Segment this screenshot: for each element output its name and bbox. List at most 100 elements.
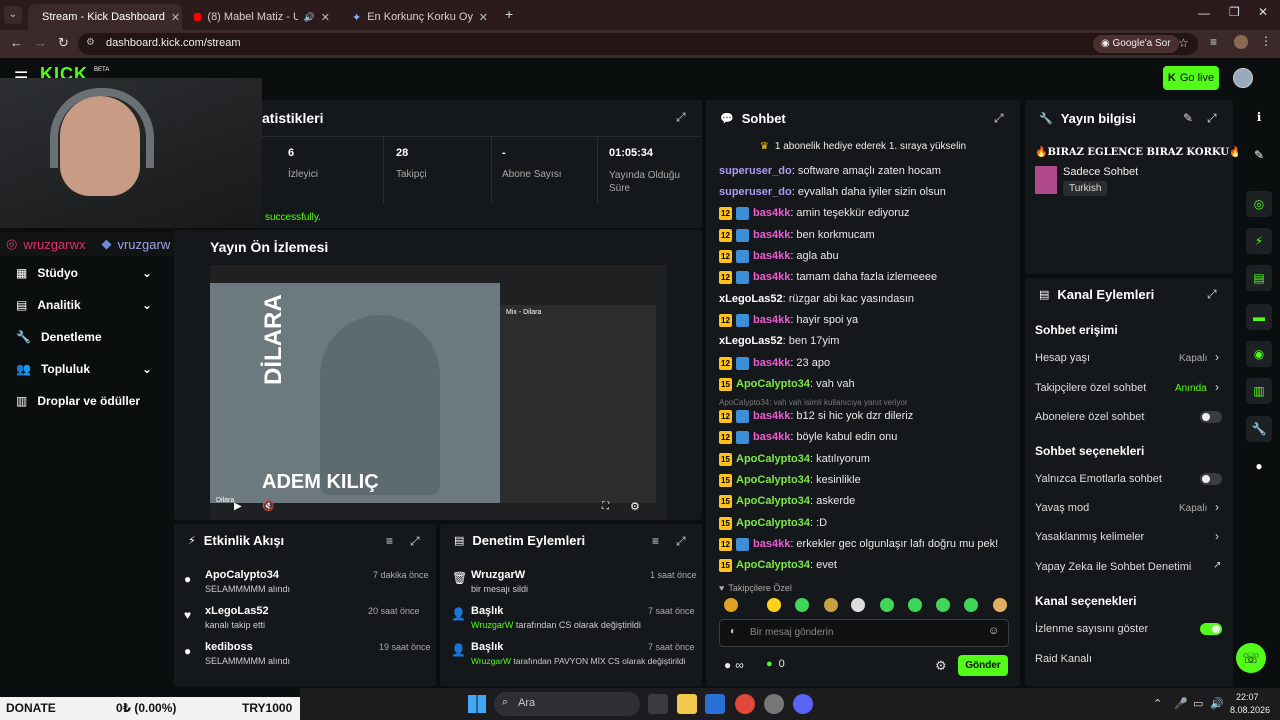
tray-chevron-icon[interactable]: ⌃ bbox=[1153, 697, 1162, 710]
points-display[interactable]: ● ∞ bbox=[724, 658, 744, 672]
maximize-icon[interactable]: ❐ bbox=[1229, 5, 1240, 19]
speaker-icon[interactable]: 🔊 bbox=[1210, 697, 1224, 710]
bookmark-star-icon[interactable]: ☆ bbox=[1178, 36, 1189, 50]
minimize-icon[interactable]: — bbox=[1198, 6, 1210, 20]
emote-icon[interactable] bbox=[724, 598, 738, 612]
chat-username[interactable]: bas4kk bbox=[753, 357, 790, 369]
banned-words-label[interactable]: Yasaklanmış kelimeler bbox=[1035, 531, 1144, 543]
emote-icon[interactable] bbox=[824, 598, 838, 612]
chat-message[interactable]: 12 bas4kk: ben korkmucam bbox=[719, 226, 875, 244]
camera-icon[interactable]: ◎ bbox=[1246, 191, 1272, 217]
chevron-right-icon[interactable]: › bbox=[1215, 380, 1219, 394]
chat-username[interactable]: bas4kk bbox=[753, 538, 790, 550]
chat-input[interactable]: ◐ Bir mesaj gönderin ☺ bbox=[719, 619, 1009, 647]
settings-gear-icon[interactable]: ⚙ bbox=[630, 500, 640, 513]
chat-message[interactable]: 12 bas4kk: 23 apo bbox=[719, 354, 830, 372]
emote-icon[interactable] bbox=[880, 598, 894, 612]
chat-username[interactable]: bas4kk bbox=[753, 229, 790, 241]
go-live-button[interactable]: K Go live bbox=[1163, 66, 1219, 90]
network-icon[interactable]: ▭ bbox=[1193, 697, 1203, 710]
play-icon[interactable]: ▶ bbox=[234, 501, 242, 512]
chat-username[interactable]: bas4kk bbox=[753, 250, 790, 262]
popout-icon[interactable]: ⤢ bbox=[410, 534, 420, 549]
pencil-icon[interactable]: ✎ bbox=[1246, 142, 1272, 168]
chat-username[interactable]: bas4kk bbox=[753, 410, 790, 422]
windows-start-icon[interactable] bbox=[468, 695, 486, 713]
kicks-display[interactable]: ● 0 bbox=[766, 658, 785, 670]
user-avatar[interactable] bbox=[1233, 68, 1253, 88]
close-tab-icon[interactable]: ✕ bbox=[171, 11, 180, 24]
lightning-icon[interactable]: ⚡ bbox=[1246, 228, 1272, 254]
browser-menu-icon[interactable]: ⋮ bbox=[1260, 34, 1272, 48]
chevron-right-icon[interactable]: › bbox=[1215, 350, 1219, 364]
chat-username[interactable]: ApoCalypto34 bbox=[736, 495, 810, 507]
chevron-right-icon[interactable]: › bbox=[1215, 500, 1219, 514]
reading-list-icon[interactable]: ≡ bbox=[1210, 35, 1217, 49]
emote-icon[interactable] bbox=[851, 598, 865, 612]
chat-message[interactable]: xLegoLas52: ben 17yim bbox=[719, 332, 839, 350]
microphone-icon[interactable]: 🎤 bbox=[1174, 697, 1188, 710]
slow-mode-value[interactable]: Kapalı bbox=[1179, 503, 1207, 514]
support-chat-button[interactable]: ☏ bbox=[1236, 643, 1266, 673]
chevron-right-icon[interactable]: › bbox=[1215, 529, 1219, 543]
chat-bubble-icon[interactable]: ▬ bbox=[1246, 304, 1272, 330]
clock-time[interactable]: 22:07 bbox=[1236, 692, 1259, 702]
close-tab-icon[interactable]: ✕ bbox=[479, 11, 488, 24]
app-icon[interactable] bbox=[764, 694, 784, 714]
browser-tab-kick[interactable]: Stream - Kick Dashboard ✕ bbox=[28, 4, 182, 30]
popout-icon[interactable]: ⤢ bbox=[994, 111, 1004, 126]
chat-username[interactable]: xLegoLas52 bbox=[719, 335, 783, 347]
ai-moderation-label[interactable]: Yapay Zeka ile Sohbet Denetimi bbox=[1035, 561, 1191, 573]
emote-icon[interactable] bbox=[767, 598, 781, 612]
expand-icon[interactable]: ⤢ bbox=[676, 110, 686, 125]
chat-message[interactable]: 12 bas4kk: b12 si hic yok dzr dileriz bbox=[719, 407, 913, 425]
show-viewcount-toggle[interactable] bbox=[1200, 623, 1222, 635]
subscribers-only-toggle[interactable] bbox=[1200, 411, 1222, 423]
mute-icon[interactable]: 🔇 bbox=[262, 501, 274, 512]
emote-icon[interactable] bbox=[908, 598, 922, 612]
popout-icon[interactable]: ⤢ bbox=[1207, 287, 1217, 302]
filter-icon[interactable]: ≡ bbox=[652, 534, 659, 548]
browser-tab-youtube[interactable]: (8) Mabel Matiz - Umrumda 🔊 ✕ bbox=[186, 4, 338, 30]
chat-username[interactable]: bas4kk bbox=[753, 431, 790, 443]
chat-message[interactable]: 15 ApoCalypto34: katılıyorum bbox=[719, 450, 870, 468]
community-icon[interactable]: ● bbox=[1246, 453, 1272, 479]
chat-message[interactable]: 12 bas4kk: hayir spoi ya bbox=[719, 311, 858, 329]
nav-community[interactable]: 👥 Topluluk ⌄ bbox=[16, 362, 152, 376]
chat-message[interactable]: 15 ApoCalypto34: kesinlikle bbox=[719, 471, 861, 489]
chat-username[interactable]: xLegoLas52 bbox=[719, 293, 783, 305]
chat-message[interactable]: superuser_do: software amaçlı zaten hoca… bbox=[719, 162, 941, 180]
nav-moderation[interactable]: 🔧 Denetleme bbox=[16, 330, 102, 344]
browser-tab-gemini[interactable]: ✦ En Korkunç Korku Oyunu Öner ✕ bbox=[344, 4, 496, 30]
edit-icon[interactable]: ✎ bbox=[1183, 111, 1193, 125]
chat-message[interactable]: 15 ApoCalypto34: evet bbox=[719, 556, 837, 574]
chat-username[interactable]: bas4kk bbox=[753, 207, 790, 219]
wrench-icon[interactable]: 🔧 bbox=[1246, 416, 1272, 442]
google-lens-button[interactable]: ◉ Google'a Sor bbox=[1093, 35, 1179, 53]
popout-icon[interactable]: ⤢ bbox=[676, 534, 686, 549]
document-icon[interactable]: ▤ bbox=[1246, 265, 1272, 291]
chat-message[interactable]: 12 bas4kk: agla abu bbox=[719, 247, 839, 265]
chrome-icon[interactable] bbox=[735, 694, 755, 714]
site-info-icon[interactable]: ⚙ bbox=[86, 37, 95, 48]
external-link-icon[interactable]: ↗ bbox=[1213, 560, 1221, 571]
chat-message[interactable]: 12 bas4kk: erkekler gec olgunlaşır lafı d… bbox=[719, 535, 998, 553]
task-view-icon[interactable] bbox=[648, 694, 668, 714]
emote-icon[interactable] bbox=[936, 598, 950, 612]
pinned-banner[interactable]: ♛ 1 abonelik hediye ederek 1. sıraya yük… bbox=[706, 136, 1020, 156]
nav-analytics[interactable]: ▤ Analitik ⌄ bbox=[16, 298, 152, 312]
broadcast-icon[interactable]: ◉ bbox=[1246, 341, 1272, 367]
emote-icon[interactable] bbox=[795, 598, 809, 612]
back-icon[interactable]: ← bbox=[10, 35, 23, 50]
clock-date[interactable]: 8.08.2026 bbox=[1230, 705, 1270, 715]
fullscreen-icon[interactable]: ⛶ bbox=[602, 501, 609, 512]
chat-message[interactable]: 15 ApoCalypto34: vah vah bbox=[719, 375, 855, 393]
account-age-value[interactable]: Kapalı bbox=[1179, 353, 1207, 364]
followers-only-chat-value[interactable]: Anında bbox=[1175, 383, 1207, 394]
new-tab-icon[interactable]: + bbox=[505, 6, 513, 22]
send-button[interactable]: Gönder bbox=[958, 655, 1008, 676]
popout-icon[interactable]: ⤢ bbox=[1207, 111, 1217, 126]
emote-only-toggle[interactable] bbox=[1200, 473, 1222, 485]
reload-icon[interactable]: ↻ bbox=[58, 35, 69, 51]
chat-message[interactable]: 15 ApoCalypto34: :D bbox=[719, 514, 827, 532]
